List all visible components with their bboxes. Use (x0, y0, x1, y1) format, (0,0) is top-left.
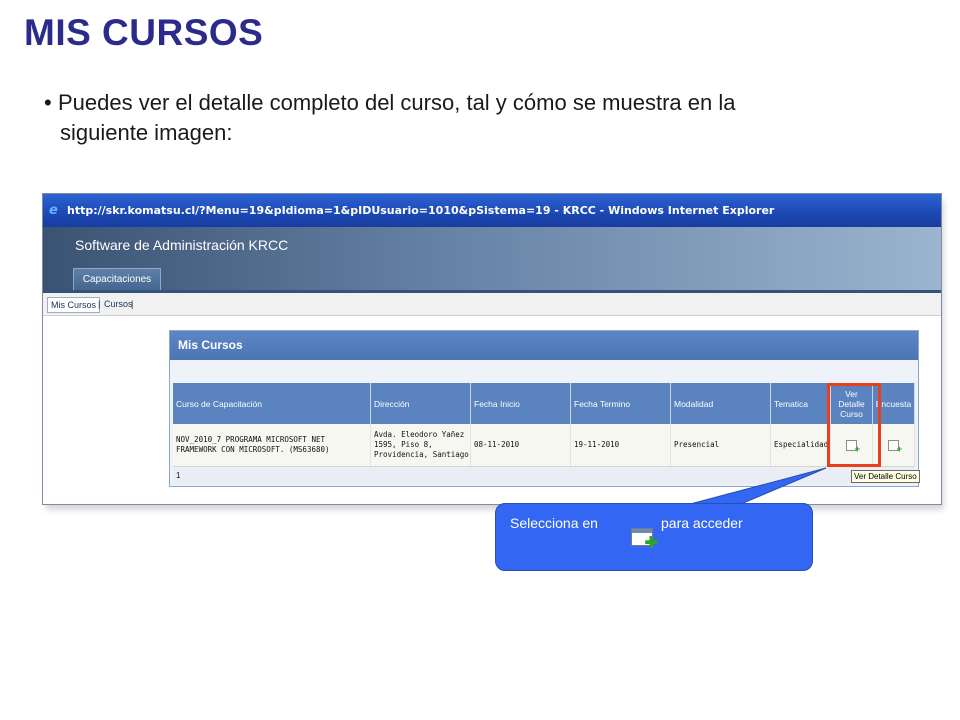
cell-curso: NOV_2010_7 PROGRAMA MICROSOFT NET FRAMEW… (173, 424, 371, 466)
bullet-line-1: Puedes ver el detalle completo del curso… (58, 90, 736, 115)
highlight-box (827, 383, 881, 467)
pager-page-1[interactable]: 1 (176, 471, 180, 480)
courses-grid: Curso de Capacitación Dirección Fecha In… (173, 383, 915, 484)
callout-text-after: para acceder (661, 515, 743, 531)
callout-text-before: Selecciona en (510, 515, 598, 531)
tab-capacitaciones[interactable]: Capacitaciones (73, 268, 161, 290)
nav-separator: | (131, 299, 134, 309)
plus-icon: ✚ (644, 535, 658, 552)
internet-explorer-icon: e (49, 203, 58, 218)
column-header-tematica: Tematica (771, 383, 831, 424)
grid-pager: 1 (173, 467, 915, 484)
app-nav-bar: Mis Cursos | Cursos | (43, 293, 941, 316)
view-detail-icon: ✚ (631, 528, 658, 552)
browser-screenshot: e http://skr.komatsu.cl/?Menu=19&pIdioma… (42, 193, 942, 505)
cell-fecha-termino: 19-11-2010 (571, 424, 671, 466)
survey-icon[interactable] (888, 439, 902, 455)
table-row: NOV_2010_7 PROGRAMA MICROSOFT NET FRAMEW… (173, 424, 915, 467)
tooltip: Ver Detalle Curso (851, 470, 920, 483)
column-header-fecha-termino: Fecha Termino (571, 383, 671, 424)
browser-title-bar: e http://skr.komatsu.cl/?Menu=19&pIdioma… (43, 194, 941, 227)
cell-modalidad: Presencial (671, 424, 771, 466)
app-header: Software de Administración KRCC Capacita… (43, 227, 941, 290)
mis-cursos-panel: Mis Cursos Curso de Capacitación Direcci… (169, 330, 919, 487)
window-bar (632, 529, 652, 533)
browser-title-text: http://skr.komatsu.cl/?Menu=19&pIdioma=1… (67, 204, 775, 217)
cell-direccion: Avda. Eleodoro Yañez 1595, Piso 8, Provi… (371, 424, 471, 466)
column-header-modalidad: Modalidad (671, 383, 771, 424)
bullet-paragraph: • Puedes ver el detalle completo del curs… (44, 88, 914, 148)
cell-fecha-inicio: 08-11-2010 (471, 424, 571, 466)
panel-title: Mis Cursos (170, 331, 918, 360)
column-header-direccion: Dirección (371, 383, 471, 424)
callout-box: Selecciona en ✚ para acceder (495, 503, 813, 571)
column-header-curso: Curso de Capacitación (173, 383, 371, 424)
grid-header-row: Curso de Capacitación Dirección Fecha In… (173, 383, 915, 424)
nav-mis-cursos[interactable]: Mis Cursos (47, 297, 101, 313)
slide-title: MIS CURSOS (24, 12, 264, 53)
app-title: Software de Administración KRCC (75, 237, 289, 253)
bullet-marker: • (44, 90, 52, 115)
cell-tematica: Especialidad (771, 424, 831, 466)
column-header-fecha-inicio: Fecha Inicio (471, 383, 571, 424)
bullet-line-2: siguiente imagen: (60, 120, 233, 145)
